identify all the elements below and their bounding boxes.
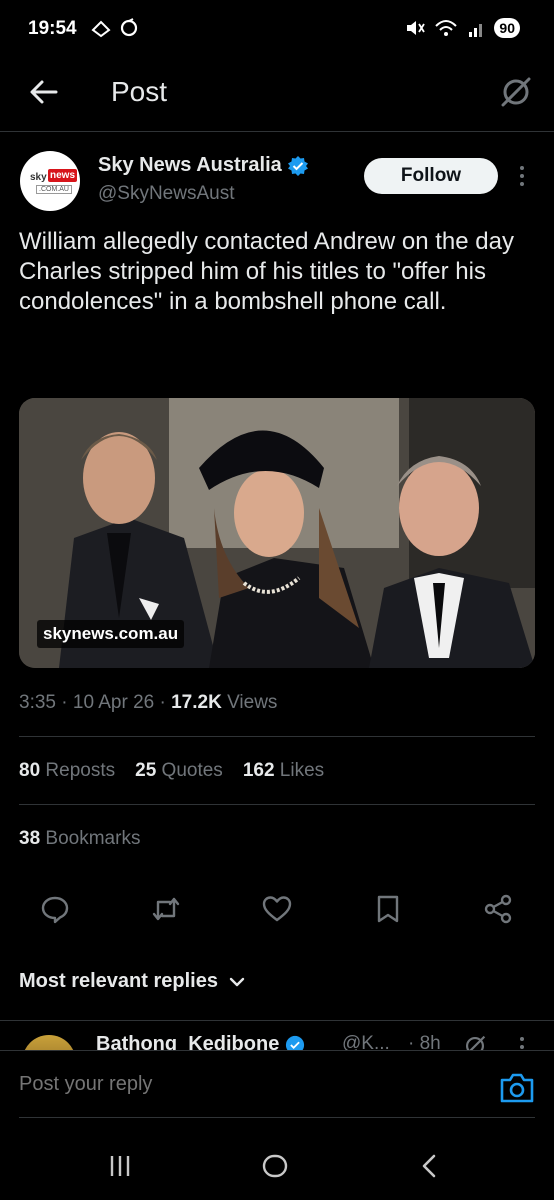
- status-time: 19:54: [28, 18, 77, 39]
- wifi-icon: [435, 20, 458, 36]
- likes-count: 162: [242, 760, 275, 781]
- views-label: Views: [227, 692, 278, 713]
- back-nav-icon[interactable]: [416, 1152, 444, 1180]
- quotes-count: 25: [135, 760, 157, 781]
- avatar-logo-sky: sky: [30, 172, 47, 183]
- replies-sort-label: Most relevant replies: [19, 970, 218, 992]
- quotes-label: Quotes: [161, 760, 223, 781]
- avatar-logo-domain: .COM.AU: [36, 185, 72, 194]
- signal-icon: [469, 24, 483, 37]
- reposts-count: 80: [19, 760, 41, 781]
- camera-icon[interactable]: [498, 1071, 536, 1105]
- divider: [19, 1117, 535, 1118]
- author-name-row[interactable]: Sky News Australia: [98, 154, 309, 177]
- home-icon[interactable]: [261, 1152, 289, 1180]
- repost-icon[interactable]: [150, 893, 182, 925]
- reply-composer: [0, 1050, 554, 1118]
- grok-icon[interactable]: [498, 74, 534, 110]
- engagement-stats: 80 Reposts 25 Quotes 162 Likes: [19, 760, 324, 782]
- bookmarks-stat[interactable]: 38 Bookmarks: [19, 828, 140, 850]
- sync-icon: [120, 18, 138, 37]
- post-meta: 3:35 · 10 Apr 26 · 17.2K Views: [19, 692, 277, 714]
- page-title: Post: [111, 76, 168, 107]
- verified-badge-icon: [287, 155, 308, 176]
- more-options-icon[interactable]: [518, 1035, 526, 1050]
- reply-item[interactable]: Bathong_Kedibone @K... · 8h: [0, 1020, 554, 1050]
- divider: [19, 736, 535, 737]
- chevron-down-icon: [229, 977, 245, 986]
- post-media-image[interactable]: skynews.com.au: [19, 398, 535, 668]
- back-arrow-icon[interactable]: [26, 74, 62, 110]
- reply-author-name[interactable]: Bathong_Kedibone: [96, 1033, 279, 1050]
- quotes-stat[interactable]: 25 Quotes: [135, 760, 223, 782]
- reply-time: · 8h: [408, 1033, 441, 1050]
- share-icon[interactable]: [482, 893, 514, 925]
- reply-icon[interactable]: [39, 893, 71, 925]
- verified-badge-icon: [286, 1035, 305, 1050]
- replies-sort-dropdown[interactable]: Most relevant replies: [19, 970, 246, 993]
- system-navigation-bar: [0, 1140, 554, 1190]
- bookmark-icon[interactable]: [372, 893, 404, 925]
- views-count: 17.2K: [171, 692, 222, 713]
- reposts-label: Reposts: [45, 760, 116, 781]
- notification-icon: [91, 20, 111, 38]
- reply-input[interactable]: [19, 1073, 459, 1096]
- follow-button[interactable]: Follow: [364, 158, 498, 194]
- media-watermark-caption: skynews.com.au: [37, 620, 185, 648]
- likes-stat[interactable]: 162 Likes: [243, 760, 324, 782]
- more-options-icon[interactable]: [518, 164, 526, 188]
- bookmarks-label: Bookmarks: [45, 828, 141, 849]
- meta-separator: ·: [61, 692, 73, 713]
- reply-avatar[interactable]: [22, 1035, 76, 1050]
- top-app-bar: Post: [0, 60, 554, 132]
- reply-author-row[interactable]: Bathong_Kedibone: [96, 1033, 305, 1050]
- avatar-logo-news: news: [48, 169, 78, 182]
- post-time: 3:35: [19, 692, 56, 713]
- likes-label: Likes: [279, 760, 325, 781]
- post-text: William allegedly contacted Andrew on th…: [19, 228, 514, 315]
- meta-separator: ·: [159, 692, 172, 713]
- grok-icon[interactable]: [462, 1033, 488, 1050]
- recent-apps-icon[interactable]: [106, 1152, 134, 1180]
- reply-author-handle: @K...: [342, 1033, 390, 1050]
- mute-icon: [407, 21, 426, 35]
- status-right: 90: [404, 18, 520, 38]
- author-handle[interactable]: @SkyNewsAust: [98, 183, 235, 205]
- like-icon[interactable]: [261, 893, 293, 925]
- author-avatar[interactable]: sky news .COM.AU: [20, 151, 80, 211]
- reposts-stat[interactable]: 80 Reposts: [19, 760, 115, 782]
- status-notification-icons: [90, 18, 140, 38]
- author-name[interactable]: Sky News Australia: [98, 154, 282, 177]
- post-date: 10 Apr 26: [72, 692, 155, 713]
- battery-indicator: 90: [494, 18, 520, 38]
- status-bar: 19:54 90: [0, 0, 554, 60]
- post-action-bar: [0, 893, 554, 927]
- bookmarks-count: 38: [19, 828, 41, 849]
- divider: [19, 804, 535, 805]
